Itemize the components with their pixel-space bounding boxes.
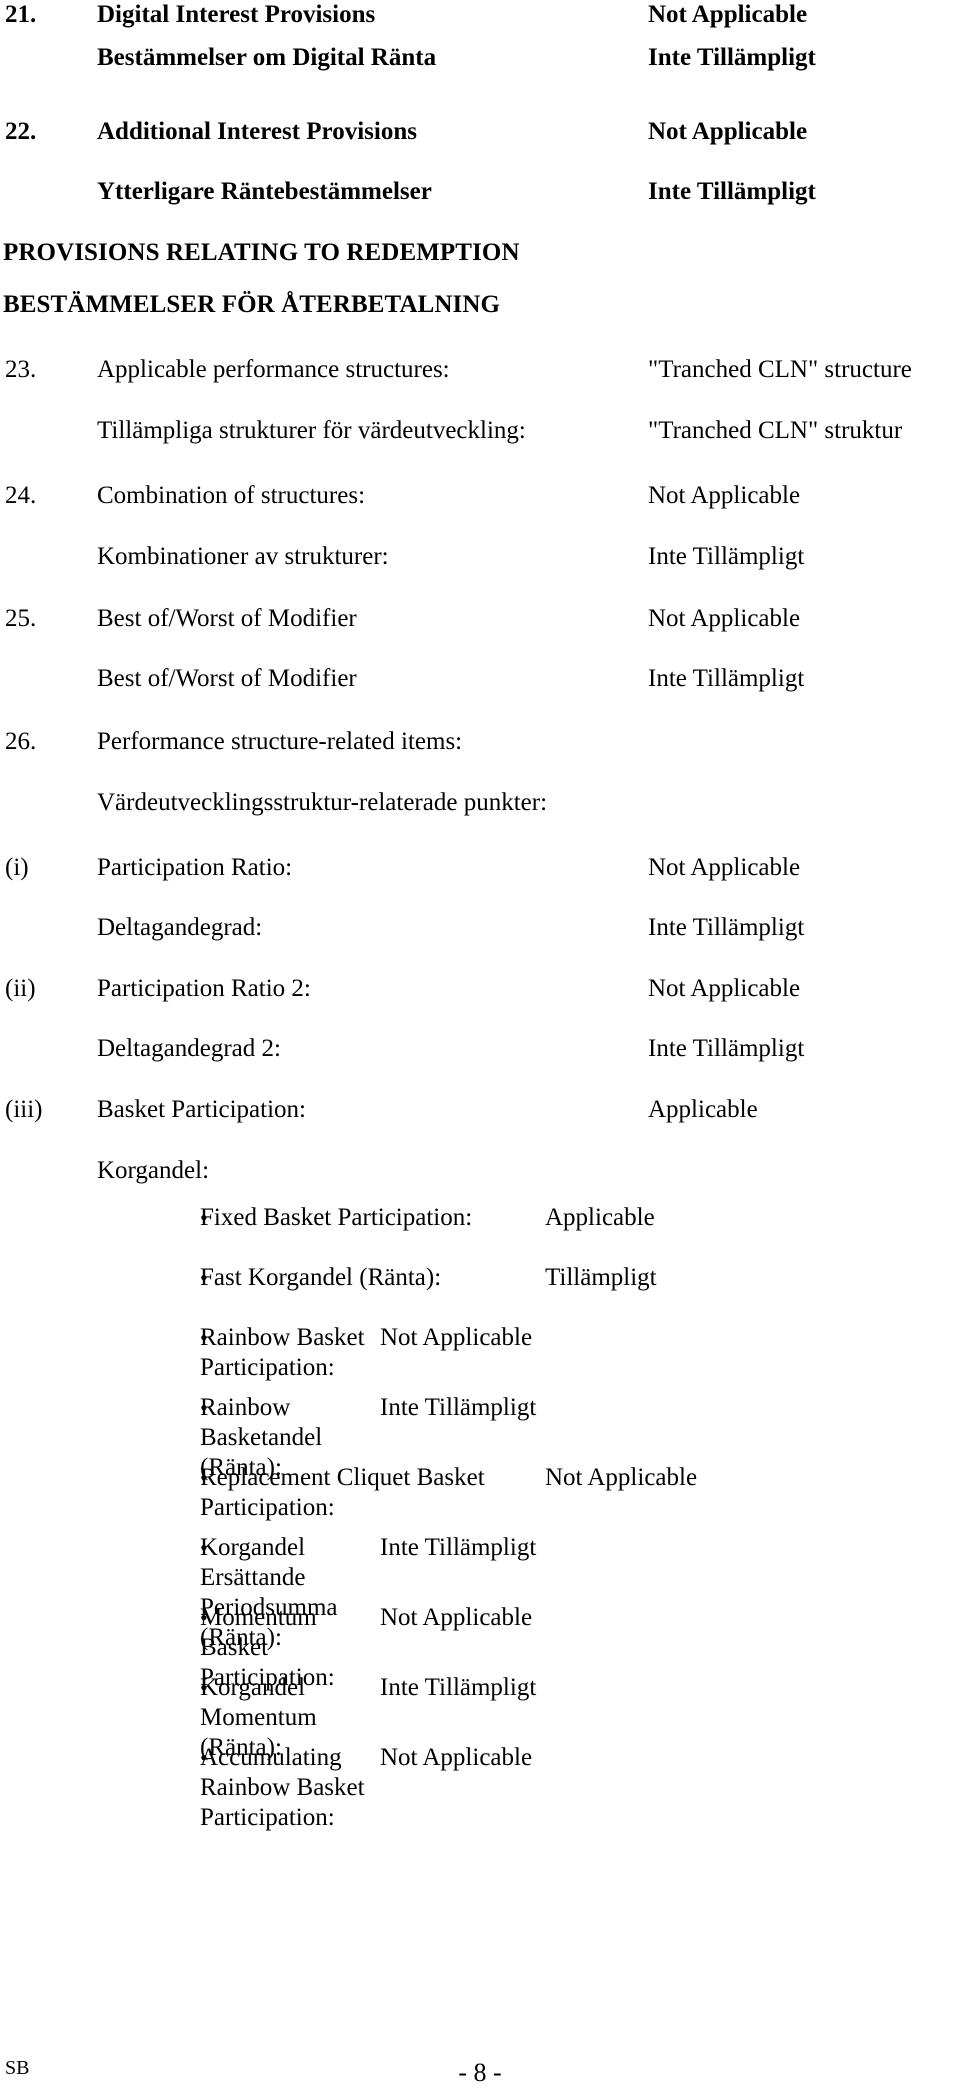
item-label-sv: Värdeutvecklingsstruktur-relaterade punk… bbox=[97, 789, 548, 816]
bullet-value: Inte Tillämpligt bbox=[380, 1534, 537, 1561]
provision-row-21-sv: Bestämmelser om Digital Ränta Inte Tillä… bbox=[0, 43, 960, 73]
provision-row-21-en: 21. Digital Interest Provisions Not Appl… bbox=[0, 0, 960, 30]
subitem-label-sv: Korgandel: bbox=[97, 1157, 210, 1184]
item-number: 25. bbox=[5, 605, 37, 632]
item-value-sv: "Tranched CLN" struktur bbox=[648, 417, 903, 444]
item-value: Not Applicable bbox=[648, 605, 801, 632]
item-row-23-en: 23. Applicable performance structures: "… bbox=[0, 355, 960, 385]
subitem-value: Applicable bbox=[648, 1096, 758, 1123]
item-label: Performance structure-related items: bbox=[97, 728, 463, 755]
bullet-label: Replacement Cliquet Basket Participation… bbox=[200, 1464, 485, 1521]
bullet-row: • Rainbow Basket Participation: Not Appl… bbox=[0, 1323, 960, 1383]
item-value: "Tranched CLN" structure bbox=[648, 356, 912, 383]
item-row-26-en: 26. Performance structure-related items: bbox=[0, 727, 960, 757]
bullet-value: Not Applicable bbox=[380, 1604, 533, 1631]
subitem-row-ii-en: (ii) Participation Ratio 2: Not Applicab… bbox=[0, 974, 960, 1004]
subitem-row-iii-sv: Korgandel: bbox=[0, 1156, 960, 1186]
bullet-marker-icon: • bbox=[200, 1205, 208, 1230]
item-value-sv: Inte Tillämpligt bbox=[648, 665, 805, 692]
bullet-value: Tillämpligt bbox=[545, 1264, 657, 1291]
item-row-23-sv: Tillämpliga strukturer för värdeutveckli… bbox=[0, 416, 960, 446]
item-row-24-sv: Kombinationer av strukturer: Inte Tilläm… bbox=[0, 542, 960, 572]
provision-row-22-sv: Ytterligare Räntebestämmelser Inte Tillä… bbox=[0, 177, 960, 207]
item-label: Best of/Worst of Modifier bbox=[97, 605, 357, 632]
subitem-row-i-en: (i) Participation Ratio: Not Applicable bbox=[0, 853, 960, 883]
subitem-value-sv: Inte Tillämpligt bbox=[648, 914, 805, 941]
provision-row-22-en: 22. Additional Interest Provisions Not A… bbox=[0, 117, 960, 147]
item-row-25-en: 25. Best of/Worst of Modifier Not Applic… bbox=[0, 604, 960, 634]
subitem-value: Not Applicable bbox=[648, 975, 801, 1002]
item-label-sv: Ytterligare Räntebestämmelser bbox=[97, 178, 432, 205]
item-label-sv: Best of/Worst of Modifier bbox=[97, 665, 357, 692]
subitem-number: (ii) bbox=[5, 975, 36, 1002]
bullet-value: Not Applicable bbox=[545, 1464, 698, 1491]
bullet-label: Fixed Basket Participation: bbox=[200, 1204, 473, 1231]
bullet-label: Accumulating Rainbow Basket Participatio… bbox=[200, 1744, 365, 1831]
item-label-sv: Kombinationer av strukturer: bbox=[97, 543, 389, 570]
item-row-24-en: 24. Combination of structures: Not Appli… bbox=[0, 481, 960, 511]
subitem-row-i-sv: Deltagandegrad: Inte Tillämpligt bbox=[0, 913, 960, 943]
page-number: - 8 - bbox=[458, 2058, 502, 2087]
item-row-25-sv: Best of/Worst of Modifier Inte Tillämpli… bbox=[0, 664, 960, 694]
bullet-value: Not Applicable bbox=[380, 1324, 533, 1351]
subitem-number: (iii) bbox=[5, 1096, 43, 1123]
item-number: 24. bbox=[5, 482, 37, 509]
bullet-marker-icon: • bbox=[200, 1465, 208, 1490]
item-value: Not Applicable bbox=[648, 482, 801, 509]
subitem-label-sv: Deltagandegrad 2: bbox=[97, 1035, 281, 1062]
subitem-row-ii-sv: Deltagandegrad 2: Inte Tillämpligt bbox=[0, 1034, 960, 1064]
bullet-marker-icon: • bbox=[200, 1265, 208, 1290]
item-number: 23. bbox=[5, 356, 37, 383]
bullet-marker-icon: • bbox=[200, 1605, 208, 1630]
subitem-label: Basket Participation: bbox=[97, 1096, 306, 1123]
section-heading-sv: BESTÄMMELSER FÖR ÅTERBETALNING bbox=[3, 291, 501, 318]
item-label-sv: Bestämmelser om Digital Ränta bbox=[97, 44, 437, 71]
bullet-label: Fast Korgandel (Ränta): bbox=[200, 1264, 442, 1291]
subitem-value: Not Applicable bbox=[648, 854, 801, 881]
item-value-sv: Inte Tillämpligt bbox=[648, 44, 816, 71]
bullet-row: • Fixed Basket Participation: Applicable bbox=[0, 1203, 960, 1233]
subitem-label: Participation Ratio 2: bbox=[97, 975, 311, 1002]
subitem-value-sv: Inte Tillämpligt bbox=[648, 1035, 805, 1062]
item-row-26-sv: Värdeutvecklingsstruktur-relaterade punk… bbox=[0, 788, 960, 818]
item-number: 26. bbox=[5, 728, 37, 755]
section-heading-en: PROVISIONS RELATING TO REDEMPTION bbox=[3, 239, 520, 266]
bullet-marker-icon: • bbox=[200, 1395, 208, 1420]
item-label-sv: Tillämpliga strukturer för värdeutveckli… bbox=[97, 417, 526, 444]
item-value: Not Applicable bbox=[648, 1, 808, 28]
bullet-label: Rainbow Basket Participation: bbox=[200, 1324, 365, 1381]
subitem-label: Participation Ratio: bbox=[97, 854, 293, 881]
subitem-label-sv: Deltagandegrad: bbox=[97, 914, 263, 941]
item-label: Additional Interest Provisions bbox=[97, 118, 417, 145]
item-label: Combination of structures: bbox=[97, 482, 366, 509]
subitem-row-iii-en: (iii) Basket Participation: Applicable bbox=[0, 1095, 960, 1125]
bullet-value: Inte Tillämpligt bbox=[380, 1674, 537, 1701]
bullet-row: • Replacement Cliquet Basket Participati… bbox=[0, 1463, 960, 1523]
item-value-sv: Inte Tillämpligt bbox=[648, 543, 805, 570]
bullet-marker-icon: • bbox=[200, 1325, 208, 1350]
item-label: Applicable performance structures: bbox=[97, 356, 450, 383]
item-number: 22. bbox=[5, 118, 37, 145]
item-number: 21. bbox=[5, 1, 37, 28]
bullet-value: Not Applicable bbox=[380, 1744, 533, 1771]
item-value-sv: Inte Tillämpligt bbox=[648, 178, 816, 205]
item-label: Digital Interest Provisions bbox=[97, 1, 376, 28]
bullet-marker-icon: • bbox=[200, 1745, 208, 1770]
bullet-row: • Accumulating Rainbow Basket Participat… bbox=[0, 1743, 960, 1833]
bullet-value: Applicable bbox=[545, 1204, 655, 1231]
bullet-row: • Fast Korgandel (Ränta): Tillämpligt bbox=[0, 1263, 960, 1293]
bullet-marker-icon: • bbox=[200, 1675, 208, 1700]
item-value: Not Applicable bbox=[648, 118, 808, 145]
bullet-marker-icon: • bbox=[200, 1535, 208, 1560]
subitem-number: (i) bbox=[5, 854, 29, 881]
bullet-value: Inte Tillämpligt bbox=[380, 1394, 537, 1421]
document-page: 21. Digital Interest Provisions Not Appl… bbox=[0, 0, 960, 2094]
